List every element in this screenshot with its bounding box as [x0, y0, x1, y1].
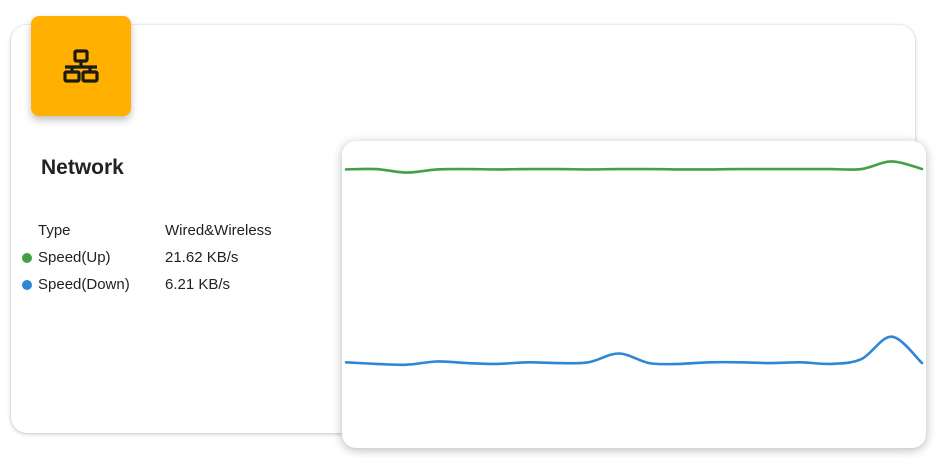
- network-icon-tile: [31, 16, 131, 116]
- speed-up-label: Speed(Up): [38, 249, 111, 266]
- speed-up-value: 21.62 KB/s: [165, 249, 239, 266]
- speed-down-label: Speed(Down): [38, 276, 130, 293]
- speed-up-legend-dot: [22, 253, 32, 263]
- type-label: Type: [38, 222, 71, 239]
- speed-chart-panel: [342, 141, 926, 448]
- speed-down-series-line: [344, 335, 924, 367]
- widget-title: Network: [41, 156, 124, 179]
- speed-up-series-line: [344, 160, 924, 174]
- network-widget-stage: Network Type Wired&Wireless Speed(Up) 21…: [0, 0, 938, 458]
- speed-down-value: 6.21 KB/s: [165, 276, 231, 293]
- speed-chart: [344, 160, 924, 367]
- type-value: Wired&Wireless: [165, 222, 272, 239]
- speed-down-legend-dot: [22, 280, 32, 290]
- network-icon: [63, 49, 99, 83]
